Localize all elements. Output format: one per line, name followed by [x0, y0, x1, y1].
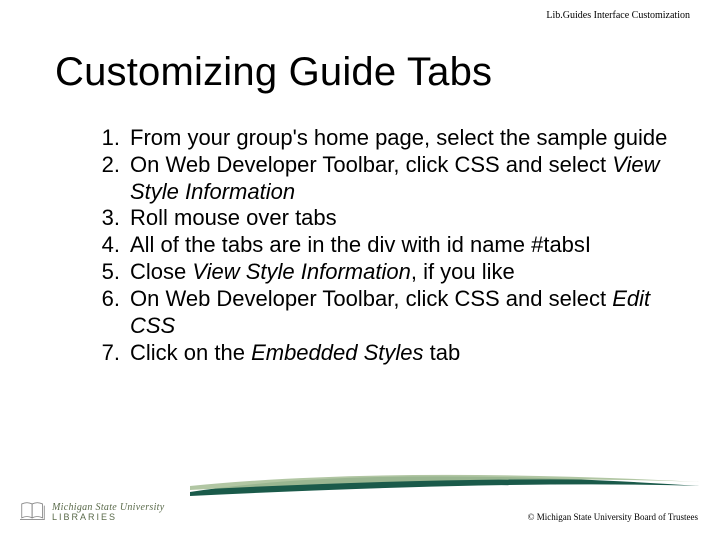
msu-libraries-logo: Michigan State University LIBRARIES [20, 498, 164, 522]
list-item: Close View Style Information, if you lik… [75, 259, 675, 286]
slide-header: Lib.Guides Interface Customization [546, 10, 690, 21]
logo-text: Michigan State University LIBRARIES [52, 503, 164, 522]
slide-footer: Michigan State University LIBRARIES © Mi… [0, 474, 720, 522]
copyright-text: © Michigan State University Board of Tru… [528, 512, 698, 522]
list-item: From your group's home page, select the … [75, 125, 675, 152]
list-item: Click on the Embedded Styles tab [75, 340, 675, 367]
logo-libraries: LIBRARIES [52, 513, 164, 522]
list-item: All of the tabs are in the div with id n… [75, 232, 675, 259]
swoosh-graphic [190, 470, 700, 498]
book-icon [20, 498, 46, 522]
list-item: On Web Developer Toolbar, click CSS and … [75, 286, 675, 340]
list-item: On Web Developer Toolbar, click CSS and … [75, 152, 675, 206]
list-item: Roll mouse over tabs [75, 205, 675, 232]
instructions-list: From your group's home page, select the … [75, 125, 675, 366]
slide-title: Customizing Guide Tabs [55, 50, 492, 95]
